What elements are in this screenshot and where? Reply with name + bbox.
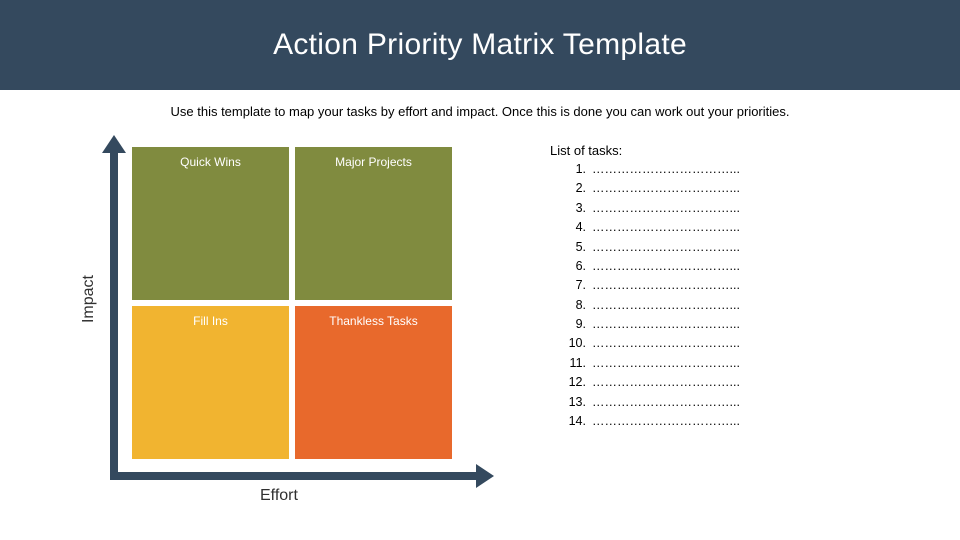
quadrant-quick-wins: Quick Wins <box>132 147 289 300</box>
list-item: 4. ……………………………... <box>564 218 740 237</box>
item-number: 14. <box>564 412 586 431</box>
item-number: 2. <box>564 179 586 198</box>
item-text: ……………………………... <box>592 375 740 389</box>
item-number: 5. <box>564 238 586 257</box>
item-number: 9. <box>564 315 586 334</box>
list-item: 14. ……………………………... <box>564 412 740 431</box>
quadrant-major-projects: Major Projects <box>295 147 452 300</box>
item-number: 3. <box>564 199 586 218</box>
item-text: ……………………………... <box>592 181 740 195</box>
task-list-heading: List of tasks: <box>550 143 740 158</box>
list-item: 10. ……………………………... <box>564 334 740 353</box>
item-text: ……………………………... <box>592 220 740 234</box>
list-item: 9. ……………………………... <box>564 315 740 334</box>
item-number: 13. <box>564 393 586 412</box>
item-number: 12. <box>564 373 586 392</box>
item-number: 8. <box>564 296 586 315</box>
list-item: 2. ……………………………... <box>564 179 740 198</box>
x-axis-label: Effort <box>260 487 298 505</box>
item-text: ……………………………... <box>592 395 740 409</box>
list-item: 8. ……………………………... <box>564 296 740 315</box>
item-text: ……………………………... <box>592 278 740 292</box>
item-text: ……………………………... <box>592 162 740 176</box>
list-item: 13. ……………………………... <box>564 393 740 412</box>
item-text: ……………………………... <box>592 298 740 312</box>
list-item: 7. ……………………………... <box>564 276 740 295</box>
item-text: ……………………………... <box>592 240 740 254</box>
item-text: ……………………………... <box>592 317 740 331</box>
item-number: 4. <box>564 218 586 237</box>
item-number: 7. <box>564 276 586 295</box>
priority-matrix: Impact Effort Quick Wins Major Projects … <box>60 139 480 519</box>
item-text: ……………………………... <box>592 201 740 215</box>
list-item: 3. ……………………………... <box>564 199 740 218</box>
task-list-items: 1. ……………………………... 2. ……………………………... 3. …………… <box>550 160 740 431</box>
list-item: 5. ……………………………... <box>564 238 740 257</box>
item-text: ……………………………... <box>592 414 740 428</box>
y-axis-label: Impact <box>80 259 98 339</box>
item-text: ……………………………... <box>592 259 740 273</box>
item-number: 11. <box>564 354 586 373</box>
list-item: 11. ……………………………... <box>564 354 740 373</box>
y-axis-line <box>110 145 118 480</box>
subtitle-text: Use this template to map your tasks by e… <box>0 104 960 119</box>
list-item: 12. ……………………………... <box>564 373 740 392</box>
item-number: 1. <box>564 160 586 179</box>
item-text: ……………………………... <box>592 336 740 350</box>
quadrant-fill-ins: Fill Ins <box>132 306 289 459</box>
list-item: 6. ……………………………... <box>564 257 740 276</box>
page-title: Action Priority Matrix Template <box>273 28 687 62</box>
content-area: Impact Effort Quick Wins Major Projects … <box>0 119 960 519</box>
header-bar: Action Priority Matrix Template <box>0 0 960 90</box>
item-text: ……………………………... <box>592 356 740 370</box>
x-axis-arrowhead-icon <box>476 464 494 488</box>
quadrant-thankless-tasks: Thankless Tasks <box>295 306 452 459</box>
item-number: 10. <box>564 334 586 353</box>
x-axis-line <box>110 472 480 480</box>
matrix-grid: Quick Wins Major Projects Fill Ins Thank… <box>132 147 452 459</box>
list-item: 1. ……………………………... <box>564 160 740 179</box>
y-axis-arrowhead-icon <box>102 135 126 153</box>
task-list: List of tasks: 1. ……………………………... 2. ………………… <box>550 143 740 519</box>
item-number: 6. <box>564 257 586 276</box>
